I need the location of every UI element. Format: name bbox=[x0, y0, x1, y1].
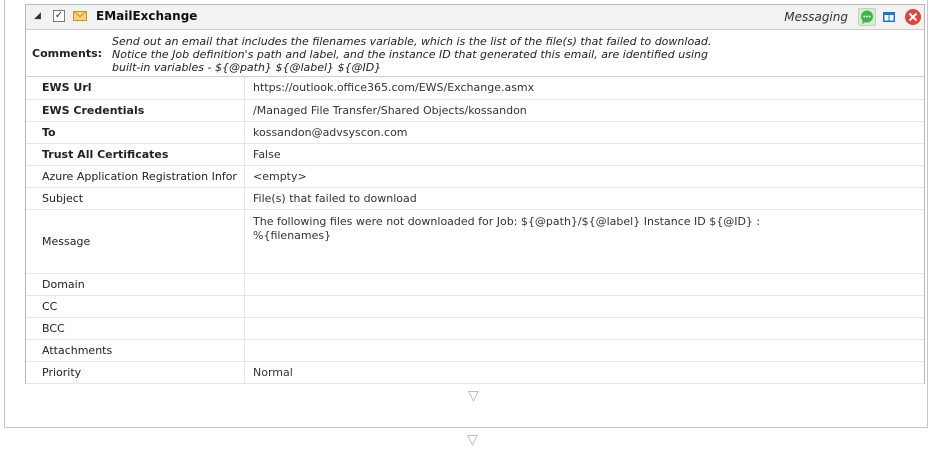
task-enabled-checkbox[interactable]: ✓ bbox=[53, 10, 65, 22]
comments-text[interactable]: Send out an email that includes the file… bbox=[112, 35, 872, 74]
properties-grid: EWS Url https://outlook.office365.com/EW… bbox=[26, 77, 924, 384]
property-value[interactable]: kossandon@advsyscon.com bbox=[244, 121, 924, 144]
delete-task-button[interactable] bbox=[904, 8, 922, 26]
property-name: Message bbox=[26, 209, 245, 274]
close-icon bbox=[905, 9, 921, 25]
property-value[interactable]: Normal bbox=[244, 361, 924, 384]
property-row-ews-credentials[interactable]: EWS Credentials /Managed File Transfer/S… bbox=[26, 99, 924, 122]
envelope-icon bbox=[73, 10, 87, 22]
speech-bubble-icon bbox=[861, 10, 873, 24]
comments-label: Comments: bbox=[32, 47, 103, 60]
property-value[interactable] bbox=[244, 317, 924, 340]
comments-section[interactable]: Comments: Send out an email that include… bbox=[26, 30, 924, 77]
task-header[interactable]: ◢ ✓ EMailExchange Messaging bbox=[26, 5, 924, 30]
property-row-attachments[interactable]: Attachments bbox=[26, 339, 924, 362]
property-row-cc[interactable]: CC bbox=[26, 295, 924, 318]
property-name: EWS Url bbox=[26, 77, 245, 100]
connector-arrow-icon[interactable]: ▽ bbox=[467, 433, 478, 447]
property-value[interactable] bbox=[244, 273, 924, 296]
property-row-trust-all-certificates[interactable]: Trust All Certificates False bbox=[26, 143, 924, 166]
comments-line: Send out an email that includes the file… bbox=[112, 35, 712, 48]
property-value[interactable] bbox=[244, 295, 924, 318]
comment-button[interactable] bbox=[858, 8, 876, 26]
message-line: The following files were not downloaded … bbox=[253, 214, 761, 228]
property-value[interactable]: /Managed File Transfer/Shared Objects/ko… bbox=[244, 99, 924, 122]
property-value[interactable]: https://outlook.office365.com/EWS/Exchan… bbox=[244, 77, 924, 100]
property-row-subject[interactable]: Subject File(s) that failed to download bbox=[26, 187, 924, 210]
property-row-priority[interactable]: Priority Normal bbox=[26, 361, 924, 384]
property-name: Azure Application Registration Infor bbox=[26, 165, 245, 188]
task-card[interactable]: ◢ ✓ EMailExchange Messaging Comments: Se… bbox=[25, 4, 925, 384]
property-value[interactable] bbox=[244, 339, 924, 362]
workflow-canvas: ◢ ✓ EMailExchange Messaging Comments: Se… bbox=[4, 0, 928, 428]
property-row-bcc[interactable]: BCC bbox=[26, 317, 924, 340]
property-row-domain[interactable]: Domain bbox=[26, 273, 924, 296]
property-row-azure-app-registration[interactable]: Azure Application Registration Infor <em… bbox=[26, 165, 924, 188]
property-value[interactable]: The following files were not downloaded … bbox=[244, 209, 924, 274]
comments-line: built-in variables - ${@path} ${@label} … bbox=[112, 61, 382, 74]
property-value[interactable]: File(s) that failed to download bbox=[244, 187, 924, 210]
message-line: %{filenames} bbox=[253, 228, 332, 242]
property-row-to[interactable]: To kossandon@advsyscon.com bbox=[26, 121, 924, 144]
property-row-message[interactable]: Message The following files were not dow… bbox=[26, 209, 924, 274]
layout-button[interactable] bbox=[880, 8, 898, 26]
task-title: EMailExchange bbox=[96, 9, 198, 23]
property-value[interactable]: <empty> bbox=[244, 165, 924, 188]
property-name: CC bbox=[26, 295, 245, 318]
property-name: BCC bbox=[26, 317, 245, 340]
collapse-triangle-icon[interactable]: ◢ bbox=[34, 10, 46, 22]
connector-arrow-icon[interactable]: ▽ bbox=[468, 389, 479, 403]
comments-line: Notice the Job definition's path and lab… bbox=[112, 48, 708, 61]
property-row-ews-url[interactable]: EWS Url https://outlook.office365.com/EW… bbox=[26, 77, 924, 100]
property-name: EWS Credentials bbox=[26, 99, 245, 122]
property-name: Attachments bbox=[26, 339, 245, 362]
task-category: Messaging bbox=[784, 10, 848, 24]
layout-icon bbox=[883, 12, 895, 22]
property-name: Subject bbox=[26, 187, 245, 210]
property-name: Trust All Certificates bbox=[26, 143, 245, 166]
property-name: Domain bbox=[26, 273, 245, 296]
property-value[interactable]: False bbox=[244, 143, 924, 166]
property-name: To bbox=[26, 121, 245, 144]
property-name: Priority bbox=[26, 361, 245, 384]
